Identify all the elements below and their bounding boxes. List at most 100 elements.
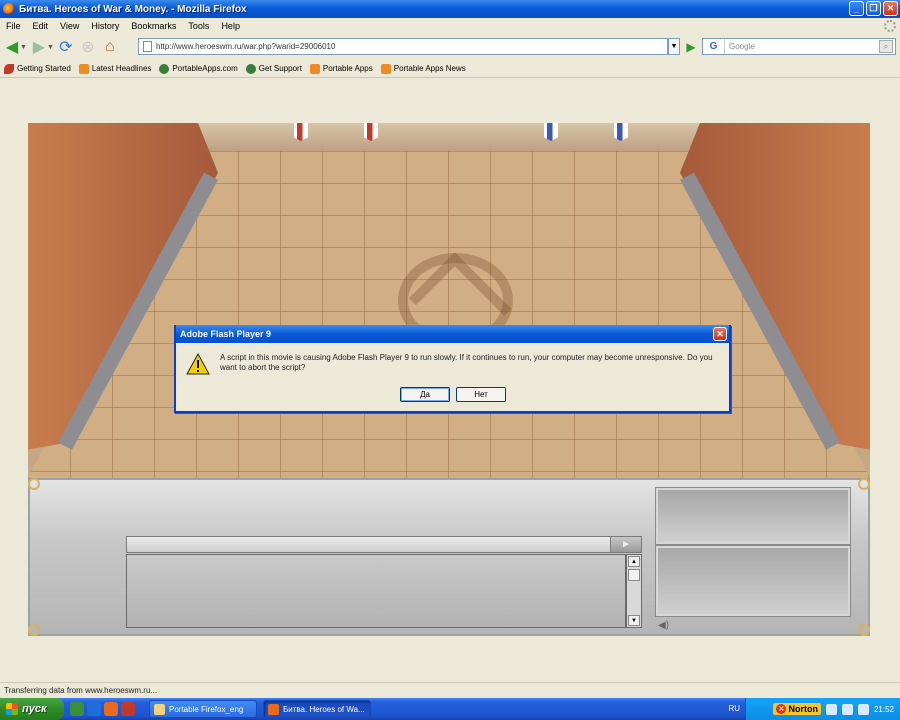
dialog-close-button[interactable]: ✕ bbox=[713, 327, 727, 341]
globe-icon bbox=[245, 63, 256, 74]
red-banner bbox=[294, 123, 308, 141]
language-indicator[interactable]: RU bbox=[728, 704, 740, 713]
chat-input[interactable] bbox=[126, 536, 642, 553]
menu-bookmarks[interactable]: Bookmarks bbox=[125, 21, 182, 31]
menu-edit[interactable]: Edit bbox=[27, 21, 55, 31]
info-box-top bbox=[656, 488, 850, 544]
task-label: Битва. Heroes of Wa... bbox=[283, 704, 365, 714]
no-button[interactable]: Нет bbox=[456, 387, 506, 402]
home-button[interactable]: ⌂ bbox=[100, 37, 120, 57]
url-input[interactable]: http://www.heroeswm.ru/war.php?warid=290… bbox=[138, 38, 668, 55]
task-label: Portable Firefox_eng bbox=[169, 704, 244, 714]
scroll-down-arrow-icon[interactable]: ▼ bbox=[628, 615, 640, 626]
volume-icon[interactable] bbox=[825, 703, 837, 715]
ornament-corner bbox=[858, 478, 870, 490]
status-text: Transferring data from www.heroeswm.ru..… bbox=[4, 686, 158, 695]
firefox-icon bbox=[268, 703, 279, 715]
flash-player-dialog: Adobe Flash Player 9 ✕ A script in this … bbox=[174, 325, 731, 413]
blue-banner bbox=[544, 123, 558, 141]
clock[interactable]: 21:52 bbox=[874, 705, 894, 714]
menu-history[interactable]: History bbox=[85, 21, 125, 31]
task-heroes-firefox[interactable]: Битва. Heroes of Wa... bbox=[263, 700, 371, 718]
bookmark-label: Get Support bbox=[258, 64, 302, 73]
rss-icon bbox=[78, 63, 89, 74]
url-text: http://www.heroeswm.ru/war.php?warid=290… bbox=[156, 42, 336, 51]
ornament-corner bbox=[28, 478, 40, 490]
menu-tools[interactable]: Tools bbox=[182, 21, 215, 31]
taskbar: пуск Portable Firefox_eng Битва. Heroes … bbox=[0, 698, 900, 720]
start-button[interactable]: пуск bbox=[0, 698, 64, 720]
window-controls: _ ❐ ✕ bbox=[849, 1, 898, 16]
info-box-bottom bbox=[656, 546, 850, 616]
bookmark-portable-apps-news[interactable]: Portable Apps News bbox=[380, 63, 466, 74]
ornament-corner bbox=[858, 624, 870, 636]
app-icon[interactable] bbox=[121, 702, 135, 716]
menu-help[interactable]: Help bbox=[215, 21, 246, 31]
firefox-icon bbox=[3, 3, 15, 15]
window-title: Битва. Heroes of War & Money. - Mozilla … bbox=[19, 3, 247, 15]
norton-label: Norton bbox=[788, 704, 818, 714]
back-button[interactable]: ◀ bbox=[2, 37, 22, 57]
globe-icon bbox=[159, 63, 170, 74]
navigation-toolbar: ◀ ▼ ▶ ▼ ⟳ ⊗ ⌂ http://www.heroeswm.ru/war… bbox=[0, 34, 900, 60]
menu-file[interactable]: File bbox=[0, 21, 27, 31]
quick-launch bbox=[70, 702, 135, 716]
search-icon[interactable]: ⌕ bbox=[879, 40, 893, 53]
forward-button[interactable]: ▶ bbox=[29, 37, 49, 57]
dialog-titlebar[interactable]: Adobe Flash Player 9 bbox=[176, 325, 729, 343]
search-input[interactable]: G Google ⌕ bbox=[702, 38, 896, 55]
reload-button[interactable]: ⟳ bbox=[56, 37, 76, 57]
speaker-icon[interactable]: ◀) bbox=[658, 620, 672, 632]
norton-tray-button[interactable]: ✕ Norton bbox=[773, 703, 821, 715]
blue-banner bbox=[614, 123, 628, 141]
forward-history-dropdown[interactable]: ▼ bbox=[47, 44, 54, 51]
ie-icon[interactable] bbox=[87, 702, 101, 716]
warning-icon bbox=[186, 353, 210, 375]
chat-scrollbar[interactable]: ▲ ▼ bbox=[626, 554, 642, 628]
bookmark-getting-started[interactable]: Getting Started bbox=[4, 63, 71, 74]
window-titlebar[interactable]: Битва. Heroes of War & Money. - Mozilla … bbox=[0, 0, 900, 18]
back-history-dropdown[interactable]: ▼ bbox=[20, 44, 27, 51]
yes-button[interactable]: Да bbox=[400, 387, 450, 402]
bookmark-portableapps[interactable]: PortableApps.com bbox=[159, 63, 238, 74]
scroll-up-arrow-icon[interactable]: ▲ bbox=[628, 556, 640, 567]
bookmark-label: Portable Apps bbox=[322, 64, 373, 73]
start-label: пуск bbox=[22, 703, 47, 715]
go-button[interactable]: ▶ bbox=[684, 39, 698, 54]
bookmark-label: Portable Apps News bbox=[393, 64, 466, 73]
maximize-button[interactable]: ❐ bbox=[866, 1, 881, 16]
search-engine-icon[interactable]: G bbox=[703, 39, 725, 54]
battle-arena[interactable] bbox=[28, 123, 870, 478]
bookmark-portable-apps[interactable]: Portable Apps bbox=[309, 63, 373, 74]
bookmark-label: PortableApps.com bbox=[172, 64, 238, 73]
task-portable-firefox[interactable]: Portable Firefox_eng bbox=[149, 700, 257, 718]
dialog-title: Adobe Flash Player 9 bbox=[180, 329, 272, 339]
red-banner bbox=[364, 123, 378, 141]
folder-icon bbox=[154, 703, 165, 715]
bookmark-latest-headlines[interactable]: Latest Headlines bbox=[78, 63, 151, 74]
minimize-button[interactable]: _ bbox=[849, 1, 864, 16]
status-bar: Transferring data from www.heroeswm.ru..… bbox=[0, 682, 900, 698]
firefox-icon[interactable] bbox=[104, 702, 118, 716]
system-tray: ✕ Norton 21:52 bbox=[745, 698, 900, 720]
scroll-thumb[interactable] bbox=[628, 569, 640, 581]
page-icon bbox=[143, 41, 152, 52]
game-panel: ► ▲ ▼ ◀) bbox=[28, 478, 870, 636]
norton-x-icon: ✕ bbox=[776, 704, 787, 714]
url-dropdown-button[interactable]: ▼ bbox=[668, 38, 680, 55]
search-placeholder: Google bbox=[729, 42, 755, 51]
quicklaunch-icon[interactable] bbox=[70, 702, 84, 716]
bookmark-get-support[interactable]: Get Support bbox=[245, 63, 302, 74]
page-content: ► ▲ ▼ ◀) Adobe Flash Player 9 ✕ A script… bbox=[0, 79, 900, 682]
chat-log[interactable] bbox=[126, 554, 626, 628]
dialog-message: A script in this movie is causing Adobe … bbox=[220, 353, 713, 372]
windows-logo-icon bbox=[6, 703, 18, 715]
network-icon[interactable] bbox=[841, 703, 853, 715]
stop-button[interactable]: ⊗ bbox=[78, 37, 98, 57]
rss-icon bbox=[309, 63, 320, 74]
bookmark-label: Getting Started bbox=[17, 64, 71, 73]
send-button[interactable]: ► bbox=[610, 536, 642, 553]
close-button[interactable]: ✕ bbox=[883, 1, 898, 16]
menu-view[interactable]: View bbox=[54, 21, 85, 31]
security-icon[interactable] bbox=[857, 703, 869, 715]
